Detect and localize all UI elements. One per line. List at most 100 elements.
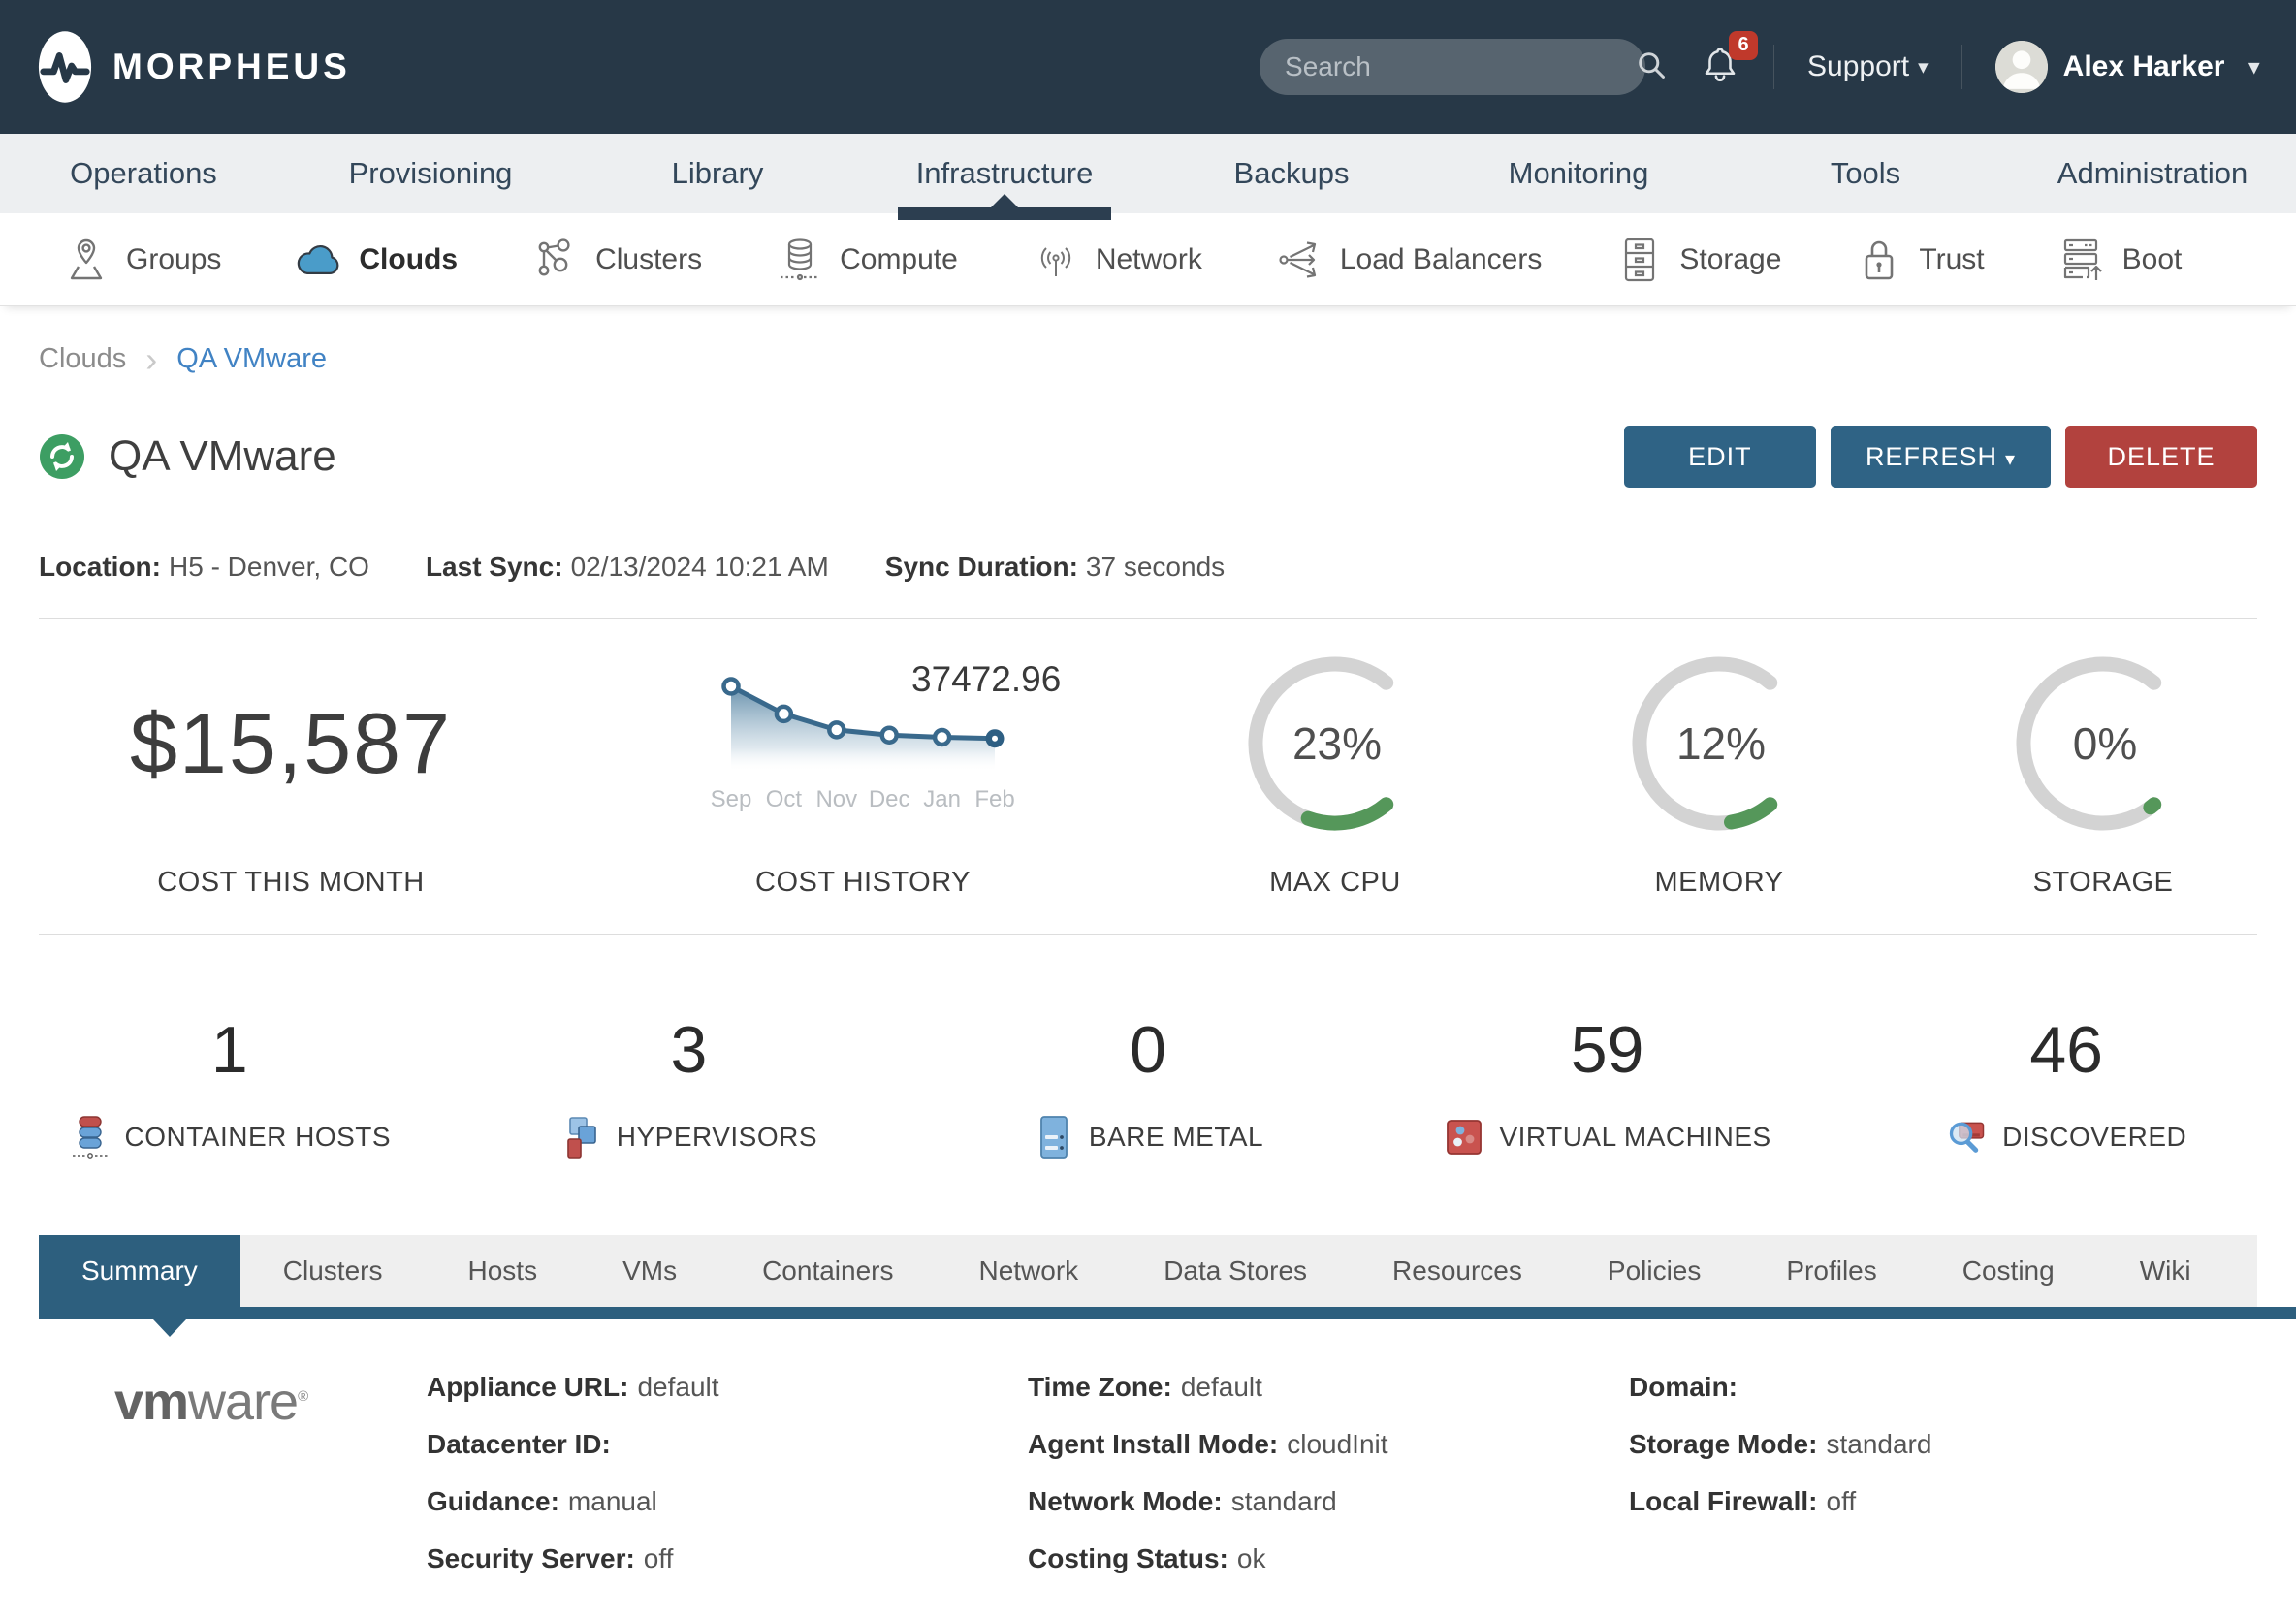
count-label-text: CONTAINER HOSTS — [125, 1122, 392, 1153]
count-value: 59 — [1571, 1012, 1644, 1088]
meta-label: Sync Duration: — [885, 552, 1078, 582]
nav-item-label: Monitoring — [1509, 156, 1649, 191]
field-label: Network Mode: — [1028, 1486, 1223, 1516]
nav-item-tools[interactable]: Tools — [1722, 134, 2009, 213]
refresh-button[interactable]: REFRESH▾ — [1831, 426, 2051, 488]
breadcrumb-clouds-link[interactable]: Clouds — [39, 343, 126, 375]
tab-hosts[interactable]: Hosts — [426, 1235, 581, 1307]
chart-peak-value: 37472.96 — [911, 659, 1061, 700]
nav-item-operations[interactable]: Operations — [0, 134, 287, 213]
tab-policies[interactable]: Policies — [1565, 1235, 1743, 1307]
subnav-item-boot[interactable]: Boot — [2058, 236, 2183, 284]
field-security-server-: Security Server: off — [427, 1543, 1028, 1574]
stats-row: $15,587 COST THIS MONTH 37472.96 SepOctN… — [0, 622, 2296, 899]
field-value: default — [1181, 1372, 1262, 1402]
count-virtual-machines: 59VIRTUAL MACHINES — [1378, 1012, 1837, 1159]
support-menu[interactable]: Support ▾ — [1807, 50, 1929, 83]
field-network-mode-: Network Mode:standard — [1028, 1486, 1629, 1517]
cloud-icon — [295, 236, 343, 284]
nav-item-backups[interactable]: Backups — [1148, 134, 1435, 213]
field-label: Time Zone: — [1028, 1372, 1172, 1402]
meta-value: 02/13/2024 10:21 AM — [571, 552, 829, 582]
search-input[interactable] — [1285, 51, 1635, 82]
tab-profiles[interactable]: Profiles — [1743, 1235, 1919, 1307]
count-discovered: 46DISCOVERED — [1836, 1012, 2296, 1159]
tab-network[interactable]: Network — [936, 1235, 1121, 1307]
delete-button[interactable]: DELETE — [2065, 426, 2257, 488]
brand-name: MORPHEUS — [112, 47, 351, 87]
subnav-item-network[interactable]: Network — [1032, 236, 1202, 284]
resource-counts-row: 1CONTAINER HOSTS3HYPERVISORS0BARE METAL5… — [0, 935, 2296, 1159]
storage-gauge: 0% STORAGE — [1912, 622, 2294, 899]
sync-ok-icon — [39, 433, 85, 480]
chart-x-axis-labels: SepOctNovDecJanFeb — [718, 786, 1008, 817]
tab-data-stores[interactable]: Data Stores — [1121, 1235, 1350, 1307]
divider — [39, 618, 2257, 619]
count-container-hosts: 1CONTAINER HOSTS — [0, 1012, 460, 1159]
tab-wiki[interactable]: Wiki — [2097, 1235, 2234, 1307]
field-value: off — [644, 1543, 674, 1573]
subnav-item-groups[interactable]: Groups — [62, 236, 221, 284]
virtual-machines-icon — [1443, 1115, 1485, 1159]
field-label: Costing Status: — [1028, 1543, 1228, 1573]
subnav-item-clouds[interactable]: Clouds — [295, 236, 458, 284]
count-value: 3 — [670, 1012, 707, 1088]
memory-donut: 12% — [1617, 642, 1821, 845]
svg-text:0%: 0% — [2073, 718, 2137, 769]
storage-icon — [1615, 236, 1664, 284]
field-label: Storage Mode: — [1629, 1429, 1817, 1459]
edit-button[interactable]: EDIT — [1624, 426, 1816, 488]
boot-icon — [2058, 236, 2107, 284]
tab-vms[interactable]: VMs — [580, 1235, 719, 1307]
trust-icon — [1855, 236, 1903, 284]
subnav-item-storage[interactable]: Storage — [1615, 236, 1781, 284]
field-value: off — [1827, 1486, 1857, 1516]
nav-item-library[interactable]: Library — [574, 134, 861, 213]
search-icon[interactable] — [1635, 48, 1668, 86]
tab-containers[interactable]: Containers — [719, 1235, 936, 1307]
meta-value: H5 - Denver, CO — [169, 552, 369, 582]
nav-item-provisioning[interactable]: Provisioning — [287, 134, 574, 213]
tab-costing[interactable]: Costing — [1920, 1235, 2097, 1307]
nav-item-label: Provisioning — [349, 156, 513, 191]
count-bare-metal: 0 BARE METAL — [918, 1012, 1378, 1159]
brand[interactable]: MORPHEUS — [37, 29, 351, 105]
field-label: Security Server: — [427, 1543, 635, 1573]
data-point-jan — [935, 729, 949, 744]
data-point-nov — [829, 722, 844, 737]
cloud-meta-row: Location:H5 - Denver, COLast Sync:02/13/… — [39, 552, 2257, 583]
notifications-button[interactable]: 6 — [1700, 45, 1740, 90]
nav-item-infrastructure[interactable]: Infrastructure — [861, 134, 1148, 213]
subnav-item-compute[interactable]: Compute — [776, 236, 958, 284]
nav-item-monitoring[interactable]: Monitoring — [1435, 134, 1722, 213]
data-point-sep — [724, 679, 739, 693]
morpheus-logo-icon — [37, 29, 93, 105]
summary-panel: vmware® Appliance URL:defaultDatacenter … — [0, 1319, 2296, 1601]
user-menu[interactable]: Alex Harker ▾ — [1995, 41, 2259, 93]
field-value: ok — [1237, 1543, 1266, 1573]
field-datacenter-id-: Datacenter ID: — [427, 1429, 1028, 1460]
count-value: 0 — [1130, 1012, 1166, 1088]
load-balancers-icon — [1276, 236, 1324, 284]
subnav-item-clusters[interactable]: Clusters — [531, 236, 702, 284]
cost-this-month-stat: $15,587 COST THIS MONTH — [0, 622, 582, 899]
nav-item-administration[interactable]: Administration — [2009, 134, 2296, 213]
field-local-firewall-: Local Firewall:off — [1629, 1486, 2230, 1517]
count-label: BARE METAL — [1033, 1115, 1263, 1159]
subnav-item-trust[interactable]: Trust — [1855, 236, 1984, 284]
field-guidance-: Guidance:manual — [427, 1486, 1028, 1517]
breadcrumb-current: QA VMware — [176, 343, 327, 375]
tab-clusters[interactable]: Clusters — [240, 1235, 426, 1307]
subnav-item-load-balancers[interactable]: Load Balancers — [1276, 236, 1542, 284]
chevron-down-icon: ▾ — [2248, 55, 2259, 79]
field-value: standard — [1826, 1429, 1931, 1459]
app-header: MORPHEUS 6 Support ▾ Alex Harker ▾ — [0, 0, 2296, 134]
cost-history-chart: 37472.96 SepOctNovDecJanFeb — [718, 671, 1008, 817]
subnav-item-label: Clusters — [595, 243, 702, 276]
search-box[interactable] — [1260, 39, 1645, 95]
tab-summary[interactable]: Summary — [39, 1235, 240, 1307]
data-point-oct — [777, 706, 791, 720]
subnav-item-label: Storage — [1679, 243, 1781, 276]
meta-last-sync-: Last Sync:02/13/2024 10:21 AM — [426, 552, 829, 582]
tab-resources[interactable]: Resources — [1350, 1235, 1565, 1307]
